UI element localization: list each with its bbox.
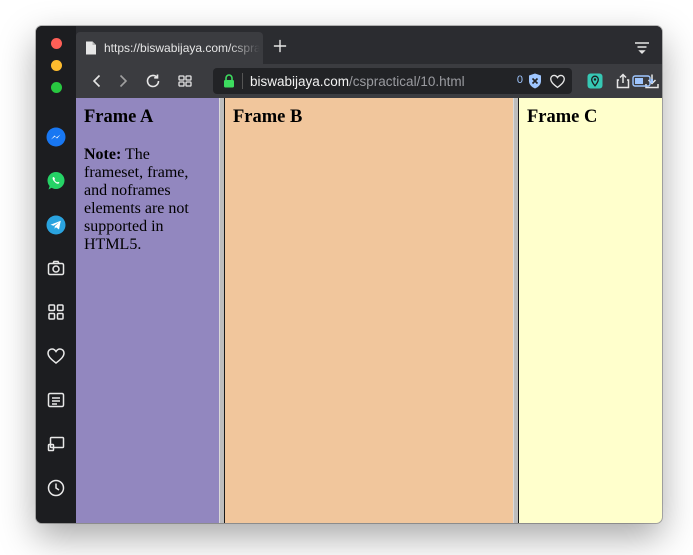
telegram-icon[interactable] bbox=[45, 214, 67, 236]
vpn-button[interactable] bbox=[586, 72, 604, 90]
whatsapp-icon[interactable] bbox=[45, 170, 67, 192]
sidebar bbox=[36, 26, 76, 523]
bookmark-heart-icon[interactable] bbox=[549, 73, 566, 89]
news-icon[interactable] bbox=[45, 389, 67, 411]
frame-a-heading: Frame A bbox=[84, 107, 154, 127]
forward-icon bbox=[119, 74, 128, 88]
new-tab-button[interactable] bbox=[272, 38, 288, 54]
close-window-button[interactable] bbox=[51, 38, 62, 49]
vpn-icon bbox=[587, 73, 603, 89]
tracker-count: 0 bbox=[516, 74, 523, 86]
share-button[interactable] bbox=[614, 72, 632, 90]
document-icon bbox=[86, 41, 96, 55]
heart-icon[interactable] bbox=[45, 345, 67, 367]
back-button[interactable] bbox=[88, 72, 106, 90]
frame-a: Frame A Note: The frameset, frame, and n… bbox=[76, 98, 219, 523]
frame-c-heading: Frame C bbox=[527, 107, 598, 127]
maximize-window-button[interactable] bbox=[51, 82, 62, 93]
lock-icon bbox=[224, 74, 234, 88]
tab-active[interactable]: https://biswabijaya.com/cspractical/10.h… bbox=[76, 32, 263, 64]
back-icon bbox=[92, 74, 101, 88]
minimize-window-button[interactable] bbox=[51, 60, 62, 71]
tab-title: https://biswabijaya.com/cspractical/10.h… bbox=[104, 41, 260, 55]
browser-chrome: https://biswabijaya.com/cspractical/10.h… bbox=[76, 26, 662, 98]
url-text: biswabijaya.com/cspractical/10.html bbox=[250, 73, 465, 89]
tab-strip: https://biswabijaya.com/cspractical/10.h… bbox=[76, 26, 662, 64]
address-bar[interactable]: biswabijaya.com/cspractical/10.html 0 bbox=[213, 68, 572, 94]
tab-menu-icon[interactable] bbox=[634, 40, 650, 54]
note-label: Note: bbox=[84, 146, 122, 163]
history-icon[interactable] bbox=[45, 477, 67, 499]
page-content: Frame A Note: The frameset, frame, and n… bbox=[76, 98, 662, 523]
forward-button[interactable] bbox=[114, 72, 132, 90]
camera-icon[interactable] bbox=[45, 257, 67, 279]
share-icon bbox=[616, 73, 630, 89]
frame-a-note: Note: The frameset, frame, and noframes … bbox=[84, 146, 211, 254]
frame-b: Frame B bbox=[225, 98, 513, 523]
player-icon[interactable] bbox=[45, 433, 67, 455]
battery-icon[interactable] bbox=[632, 74, 654, 88]
frame-c: Frame C bbox=[519, 98, 662, 523]
speed-dial-icon[interactable] bbox=[45, 301, 67, 323]
toolbar: biswabijaya.com/cspractical/10.html 0 bbox=[76, 64, 662, 98]
shield-icon[interactable] bbox=[528, 73, 542, 89]
messenger-icon[interactable] bbox=[45, 126, 67, 148]
grid-icon bbox=[178, 75, 192, 87]
frame-b-heading: Frame B bbox=[233, 107, 303, 127]
browser-window: https://biswabijaya.com/cspractical/10.h… bbox=[36, 26, 662, 523]
reload-button[interactable] bbox=[144, 72, 162, 90]
plus-icon bbox=[273, 39, 287, 53]
reload-icon bbox=[146, 74, 160, 88]
grid-button[interactable] bbox=[176, 72, 194, 90]
